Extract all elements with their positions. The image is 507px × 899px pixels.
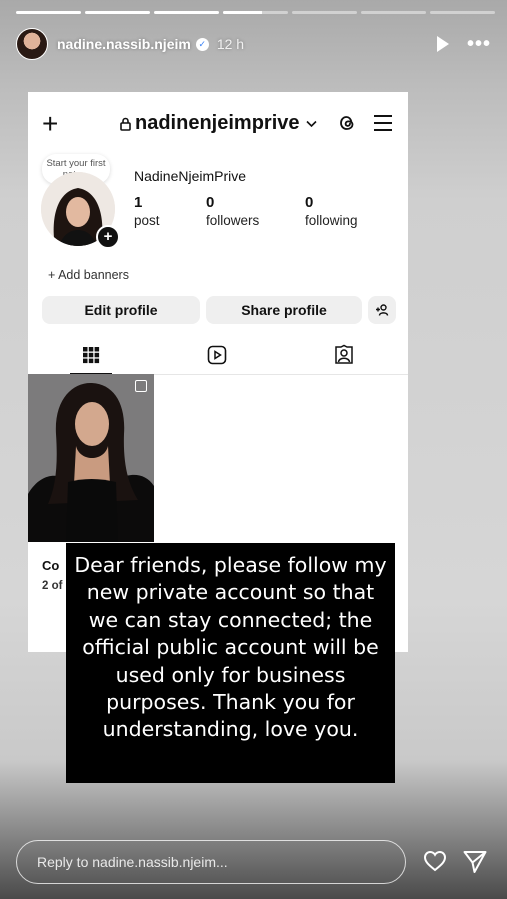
progress-segment (154, 11, 219, 14)
story-progress-bar (16, 11, 495, 14)
create-plus-icon[interactable]: + (42, 110, 58, 138)
edit-profile-button[interactable]: Edit profile (42, 296, 200, 324)
stat-posts[interactable]: 1 post (134, 194, 160, 228)
progress-segment (16, 11, 81, 14)
add-person-icon (376, 304, 389, 316)
post-caption-sub: 2 of (42, 580, 63, 592)
tab-tagged-icon[interactable] (333, 344, 355, 366)
progress-fill (85, 11, 150, 14)
story-avatar[interactable] (16, 28, 48, 60)
share-profile-button[interactable]: Share profile (206, 296, 362, 324)
verified-badge-icon: ✓ (195, 37, 209, 51)
reply-input[interactable]: Reply to nadine.nassib.njeim... (16, 840, 406, 884)
display-name: NadineNjeimPrive (134, 168, 247, 184)
carousel-icon (135, 380, 147, 392)
heart-icon[interactable] (423, 849, 447, 873)
stat-label: post (134, 213, 160, 228)
more-options-icon[interactable]: ••• (467, 34, 491, 54)
hamburger-menu-icon[interactable] (374, 115, 392, 136)
story-header: nadine.nassib.njeim ✓ 12 h ••• (16, 27, 491, 61)
tab-grid-icon[interactable] (80, 344, 102, 366)
threads-icon[interactable] (336, 112, 358, 134)
story-text-overlay: Dear friends, please follow my new priva… (66, 543, 395, 783)
chevron-down-icon (305, 120, 317, 127)
progress-segment (361, 11, 426, 14)
progress-segment (223, 11, 288, 14)
stat-label: followers (206, 213, 260, 228)
stat-followers[interactable]: 0 followers (206, 194, 259, 228)
lock-icon (120, 117, 131, 131)
add-story-plus-icon[interactable]: + (96, 225, 120, 249)
stat-following[interactable]: 0 following (305, 194, 358, 228)
stat-label: following (305, 213, 358, 228)
profile-top-bar: + nadinenjeimprive (28, 92, 408, 154)
play-icon[interactable] (436, 36, 449, 52)
post-thumbnail[interactable] (28, 374, 154, 542)
stat-value: 1 (134, 194, 143, 211)
story-time: 12 h (216, 36, 245, 52)
progress-fill (154, 11, 219, 14)
tab-reels-icon[interactable] (206, 344, 228, 366)
progress-fill (16, 11, 81, 14)
progress-segment (430, 11, 495, 14)
progress-segment (85, 11, 150, 14)
progress-segment (292, 11, 357, 14)
post-caption-title: Co (42, 558, 60, 573)
stat-value: 0 (206, 194, 215, 211)
add-person-button[interactable] (368, 296, 396, 324)
account-switcher[interactable]: nadinenjeimprive (120, 112, 317, 135)
post-photo (28, 374, 154, 542)
story-username[interactable]: nadine.nassib.njeim (57, 36, 191, 52)
profile-tabs (28, 338, 408, 375)
reply-placeholder: Reply to nadine.nassib.njeim... (37, 854, 228, 870)
progress-fill (223, 11, 262, 14)
send-icon[interactable] (462, 849, 488, 875)
stat-value: 0 (305, 194, 314, 211)
account-name: nadinenjeimprive (135, 112, 300, 134)
add-banners-link[interactable]: + Add banners (48, 268, 129, 282)
